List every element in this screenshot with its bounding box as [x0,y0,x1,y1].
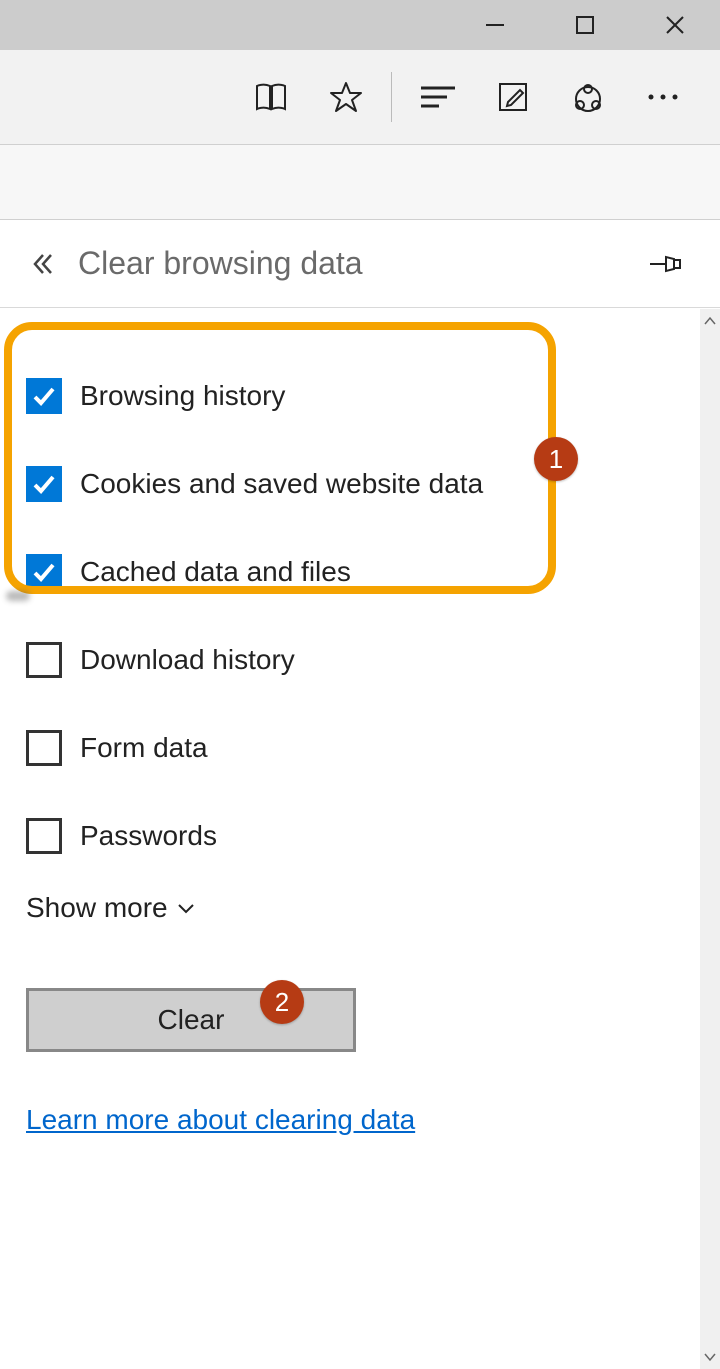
option-browsing-history[interactable]: Browsing history [26,352,694,440]
share-button[interactable] [550,50,625,145]
clear-button-label: Clear [158,1004,225,1036]
toolbar-separator [391,72,392,122]
option-label: Passwords [80,820,217,852]
pin-icon [648,252,682,276]
show-more-label: Show more [26,892,168,924]
favorites-button[interactable] [308,50,383,145]
back-button[interactable] [18,250,68,278]
scrollbar[interactable] [700,309,720,1369]
checkbox[interactable] [26,642,62,678]
panel-content: 1 2 Browsing history Cookies and saved w… [0,308,720,1136]
check-icon [31,559,57,585]
clear-button[interactable]: Clear [26,988,356,1052]
chevron-down-icon [176,901,196,915]
share-icon [570,79,606,115]
scroll-up-button[interactable] [700,309,720,333]
chevron-double-left-icon [29,250,57,278]
pin-button[interactable] [640,252,690,276]
maximize-button[interactable] [540,0,630,50]
checkbox[interactable] [26,730,62,766]
tab-strip [0,145,720,220]
option-cookies[interactable]: Cookies and saved website data [26,440,694,528]
note-icon [496,80,530,114]
minimize-button[interactable] [450,0,540,50]
learn-more-link[interactable]: Learn more about clearing data [26,1104,415,1136]
check-icon [31,471,57,497]
hub-icon [419,82,457,112]
option-cached-data[interactable]: Cached data and files [26,528,694,616]
more-button[interactable] [625,50,700,145]
option-label: Form data [80,732,208,764]
more-icon [645,91,681,103]
option-label: Browsing history [80,380,285,412]
check-icon [31,383,57,409]
close-icon [663,13,687,37]
star-icon [328,79,364,115]
checkbox[interactable] [26,554,62,590]
panel-header: Clear browsing data [0,220,720,308]
close-button[interactable] [630,0,720,50]
chevron-down-icon [704,1352,716,1362]
option-passwords[interactable]: Passwords [26,792,694,880]
checkbox[interactable] [26,818,62,854]
checkbox[interactable] [26,378,62,414]
book-icon [253,79,289,115]
option-label: Cookies and saved website data [80,468,483,500]
reading-view-button[interactable] [233,50,308,145]
show-more-button[interactable]: Show more [26,892,694,924]
option-label: Download history [80,644,295,676]
scroll-down-button[interactable] [700,1345,720,1369]
maximize-icon [574,14,596,36]
panel-title: Clear browsing data [68,245,640,282]
hub-button[interactable] [400,50,475,145]
checkbox[interactable] [26,466,62,502]
minimize-icon [484,14,506,36]
option-label: Cached data and files [80,556,351,588]
web-note-button[interactable] [475,50,550,145]
option-form-data[interactable]: Form data [26,704,694,792]
browser-toolbar [0,50,720,145]
window-titlebar [0,0,720,50]
option-download-history[interactable]: Download history [26,616,694,704]
chevron-up-icon [704,316,716,326]
